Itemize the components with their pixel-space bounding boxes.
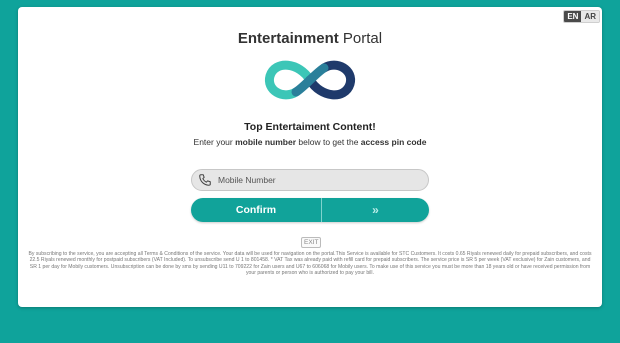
terms-text: By subscribing to the service, you are a… <box>28 251 592 276</box>
lang-en-button[interactable]: EN <box>564 11 582 22</box>
instruction-mobile-number: mobile number <box>235 137 297 147</box>
headline: Top Entertaiment Content! <box>244 121 376 133</box>
phone-icon <box>199 174 211 186</box>
confirm-button[interactable]: Confirm <box>191 198 321 222</box>
infinity-logo <box>264 60 356 100</box>
double-chevron-icon[interactable]: » <box>322 198 429 222</box>
instruction-middle: below to get the <box>296 137 361 147</box>
title-rest: Portal <box>338 30 383 47</box>
lang-ar-button[interactable]: AR <box>581 11 599 22</box>
mobile-field[interactable] <box>191 169 429 191</box>
instruction-text: Enter your mobile number below to get th… <box>18 137 602 147</box>
main-card: EN AR Entertainment Portal Top Entertaim… <box>18 7 602 307</box>
page-title: Entertainment Portal <box>18 30 602 47</box>
mobile-number-input[interactable] <box>218 175 408 185</box>
exit-button[interactable]: EXIT <box>301 237 322 248</box>
title-bold: Entertainment <box>237 30 339 47</box>
instruction-prefix: Enter your <box>193 137 236 147</box>
language-switcher: EN AR <box>563 10 600 23</box>
confirm-button-group: Confirm » <box>191 198 429 222</box>
instruction-pin-code: access pin code <box>360 137 427 147</box>
